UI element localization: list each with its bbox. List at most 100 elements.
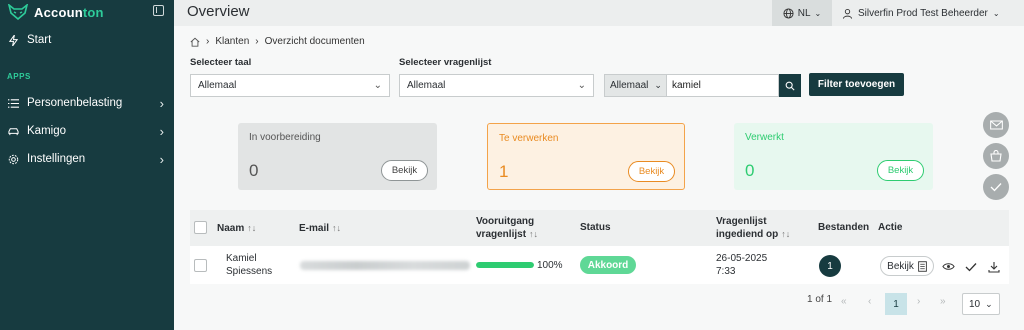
select-all-checkbox[interactable] — [194, 221, 207, 234]
lightning-icon — [8, 34, 19, 46]
sort-icon[interactable]: ↑↓ — [781, 229, 790, 239]
card-title: Verwerkt — [745, 132, 784, 143]
user-name: Silverfin Prod Test Beheerder — [858, 7, 988, 19]
apps-section-label: APPS — [7, 72, 31, 81]
status-card-in-voorbereiding: In voorbereiding 0 Bekijk — [238, 123, 437, 190]
progress-label: 100% — [537, 260, 563, 271]
home-icon[interactable] — [190, 37, 200, 47]
row-email-redacted — [300, 261, 470, 270]
files-count-badge[interactable]: 1 — [819, 255, 841, 277]
card-title: In voorbereiding — [249, 132, 321, 143]
row-checkbox[interactable] — [194, 259, 207, 272]
column-header-bestanden: Bestanden — [818, 222, 870, 233]
sidebar-item-label: Kamigo — [27, 125, 66, 137]
sidebar-item-label: Start — [27, 34, 52, 46]
row-name[interactable]: Kamiel Spiessens — [226, 252, 272, 278]
fox-logo-icon — [8, 4, 28, 20]
column-header-naam[interactable]: Naam ↑↓ — [217, 222, 256, 235]
search-input[interactable] — [667, 74, 779, 97]
page-size-select[interactable]: 10 ⌄ — [962, 293, 1000, 315]
progress-bar-fill — [476, 262, 534, 268]
language-selector[interactable]: NL ⌄ — [772, 0, 832, 26]
car-icon — [8, 127, 19, 135]
card-count: 0 — [745, 161, 755, 180]
download-icon[interactable] — [987, 260, 1000, 273]
sort-icon[interactable]: ↑↓ — [247, 223, 256, 233]
view-icon[interactable] — [942, 260, 955, 273]
progress-bar — [476, 262, 534, 268]
next-page-icon[interactable]: › — [917, 296, 920, 307]
row-bekijk-button[interactable]: Bekijk — [880, 256, 934, 276]
card-count: 1 — [499, 162, 509, 181]
chevron-down-icon: ⌄ — [814, 8, 822, 18]
status-badge: Akkoord — [580, 256, 636, 274]
card-count: 0 — [249, 161, 259, 180]
main-content: › Klanten › Overzicht documenten Selecte… — [174, 26, 1024, 330]
card-bekijk-button[interactable]: Bekijk — [381, 160, 428, 181]
documents-table: Naam ↑↓ E-mail ↑↓ Vooruitgang vragenlijst ↑↓… — [190, 210, 1009, 284]
search-icon — [785, 81, 795, 91]
approve-icon[interactable] — [964, 260, 977, 273]
search-scope-value: Allemaal — [610, 80, 649, 91]
column-header-ingediend[interactable]: Vragenlijst ingediend op ↑↓ — [716, 216, 790, 241]
breadcrumb-separator: › — [206, 36, 210, 47]
page-title: Overview — [187, 3, 250, 20]
column-header-email[interactable]: E-mail ↑↓ — [299, 222, 341, 235]
breadcrumb-separator: › — [255, 36, 259, 47]
gear-icon — [8, 154, 19, 164]
breadcrumb-klanten[interactable]: Klanten — [215, 36, 249, 47]
sidebar-item-kamigo[interactable]: Kamigo › — [8, 122, 164, 140]
chevron-down-icon: ⌄ — [654, 80, 662, 90]
logo-text-prefix: Accoun — [34, 4, 83, 20]
chevron-down-icon: ⌄ — [373, 80, 382, 91]
taal-select-value: Allemaal — [198, 80, 237, 91]
search-scope-select[interactable]: Allemaal ⌄ — [604, 74, 667, 97]
page-size-value: 10 — [969, 298, 981, 310]
document-icon — [918, 260, 927, 272]
user-menu[interactable]: Silverfin Prod Test Beheerder ⌄ — [842, 0, 1000, 26]
column-header-status: Status — [580, 222, 611, 233]
shopping-bag-icon — [990, 150, 1002, 162]
sidebar-item-personenbelasting[interactable]: Personenbelasting › — [8, 94, 164, 112]
column-header-vooruitgang[interactable]: Vooruitgang vragenlijst ↑↓ — [476, 216, 538, 241]
pagination-page-current[interactable]: 1 — [885, 293, 907, 315]
mail-button[interactable] — [983, 112, 1009, 138]
vragenlijst-label: Selecteer vragenlijst — [399, 57, 492, 68]
row-submitted-date: 26-05-2025 7:33 — [716, 253, 768, 277]
vragenlijst-select[interactable]: Allemaal ⌄ — [399, 74, 594, 97]
chevron-down-icon: ⌄ — [577, 80, 586, 91]
sidebar-item-start[interactable]: Start — [8, 34, 51, 46]
search-group: Allemaal ⌄ — [604, 74, 801, 97]
language-label: NL — [797, 7, 811, 19]
collapse-sidebar-icon[interactable] — [153, 5, 164, 16]
check-icon — [990, 183, 1002, 192]
chevron-right-icon: › — [159, 123, 164, 139]
taal-label: Selecteer taal — [190, 57, 252, 68]
chevron-down-icon: ⌄ — [985, 298, 993, 309]
search-button[interactable] — [779, 74, 801, 97]
sidebar-item-label: Personenbelasting — [27, 97, 123, 109]
bag-button[interactable] — [983, 143, 1009, 169]
taal-select[interactable]: Allemaal ⌄ — [190, 74, 390, 97]
sort-icon[interactable]: ↑↓ — [332, 223, 341, 233]
check-button[interactable] — [983, 174, 1009, 200]
list-icon — [8, 98, 19, 108]
card-bekijk-button[interactable]: Bekijk — [877, 160, 924, 181]
breadcrumb-current: Overzicht documenten — [264, 36, 365, 47]
app-logo[interactable]: Accounton — [8, 4, 104, 20]
first-page-icon[interactable]: « — [841, 296, 847, 307]
breadcrumb: › Klanten › Overzicht documenten — [190, 36, 365, 47]
last-page-icon[interactable]: » — [940, 296, 946, 307]
sidebar-item-instellingen[interactable]: Instellingen › — [8, 150, 164, 168]
chevron-right-icon: › — [159, 95, 164, 111]
top-header: Overview NL ⌄ Silverfin Prod Test Beheer… — [174, 0, 1024, 26]
card-bekijk-button[interactable]: Bekijk — [628, 161, 675, 182]
status-card-te-verwerken: Te verwerken 1 Bekijk — [487, 123, 685, 190]
filter-toevoegen-button[interactable]: Filter toevoegen — [809, 73, 904, 96]
row-bekijk-label: Bekijk — [887, 260, 914, 272]
mail-icon — [989, 120, 1003, 130]
prev-page-icon[interactable]: ‹ — [868, 296, 871, 307]
sort-icon[interactable]: ↑↓ — [529, 229, 538, 239]
pagination-summary: 1 of 1 — [807, 294, 833, 305]
chevron-right-icon: › — [159, 151, 164, 167]
